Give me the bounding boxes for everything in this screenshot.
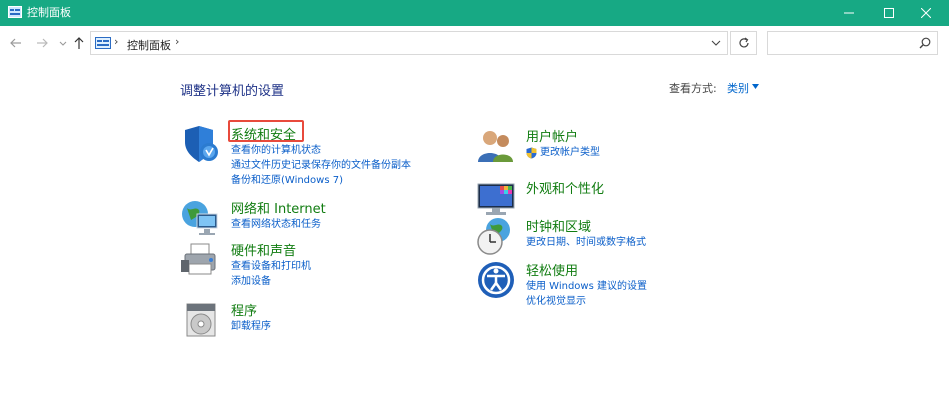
category-title-user-accounts[interactable]: 用户帐户 <box>526 126 578 145</box>
category-programs: 程序 卸载程序 <box>181 300 441 340</box>
control-panel-icon <box>95 37 111 49</box>
user-accounts-icon[interactable] <box>476 126 516 166</box>
address-bar[interactable]: › 控制面板 › <box>90 31 728 55</box>
breadcrumb-control-panel[interactable]: 控制面板 <box>127 37 171 53</box>
security-shield-icon[interactable] <box>181 124 221 164</box>
category-title-clock-region[interactable]: 时钟和区域 <box>526 216 591 235</box>
link-backup-restore[interactable]: 备份和还原(Windows 7) <box>231 173 411 188</box>
link-uninstall-program[interactable]: 卸载程序 <box>231 319 271 334</box>
link-optimize-visual-display[interactable]: 优化视觉显示 <box>526 294 647 309</box>
chevron-down-icon[interactable] <box>58 36 68 50</box>
view-by-label: 查看方式: <box>669 82 717 95</box>
category-user-accounts: 用户帐户 更改帐户类型 <box>476 126 736 166</box>
minimize-icon <box>844 12 854 14</box>
breadcrumb-separator[interactable]: › <box>114 35 118 48</box>
category-title-network[interactable]: 网络和 Internet <box>231 198 326 217</box>
link-change-account-type-row[interactable]: 更改帐户类型 <box>526 145 600 160</box>
category-title-hardware[interactable]: 硬件和声音 <box>231 240 296 259</box>
view-by-dropdown[interactable]: 类别 <box>727 80 749 96</box>
category-hardware-sound: 硬件和声音 查看设备和打印机 添加设备 <box>181 240 441 290</box>
search-icon[interactable] <box>919 37 931 49</box>
category-clock-region: 时钟和区域 更改日期、时间或数字格式 <box>476 216 736 256</box>
control-panel-content: 调整计算机的设置 查看方式: 类别 系统和安全 查看你的计算机状态 通过文件历史… <box>0 60 949 400</box>
ease-of-access-icon[interactable] <box>476 260 516 300</box>
category-title-programs[interactable]: 程序 <box>231 300 257 319</box>
close-button[interactable] <box>903 0 949 26</box>
category-ease-of-access: 轻松使用 使用 Windows 建议的设置 优化视觉显示 <box>476 260 736 310</box>
link-change-account-type[interactable]: 更改帐户类型 <box>540 145 600 160</box>
refresh-button[interactable] <box>730 31 757 55</box>
network-globe-icon[interactable] <box>181 198 221 238</box>
search-input[interactable] <box>772 35 912 51</box>
title-bar: 控制面板 <box>0 0 949 26</box>
category-title-appearance[interactable]: 外观和个性化 <box>526 178 604 197</box>
link-file-history-backup[interactable]: 通过文件历史记录保存你的文件备份副本 <box>231 158 411 173</box>
category-appearance: 外观和个性化 <box>476 178 736 218</box>
search-box[interactable] <box>767 31 938 55</box>
printer-icon[interactable] <box>181 240 221 280</box>
caret-down-icon[interactable] <box>752 84 759 89</box>
programs-disc-icon[interactable] <box>181 300 221 340</box>
link-network-status[interactable]: 查看网络状态和任务 <box>231 217 321 232</box>
navigation-bar: › 控制面板 › <box>0 26 949 60</box>
chevron-down-icon[interactable] <box>711 38 721 48</box>
clock-globe-icon[interactable] <box>476 216 516 256</box>
link-windows-suggested-settings[interactable]: 使用 Windows 建议的设置 <box>526 279 647 294</box>
control-panel-icon <box>8 6 22 18</box>
arrow-up-icon[interactable] <box>72 36 86 50</box>
window-title: 控制面板 <box>27 6 71 19</box>
uac-shield-icon <box>526 147 537 158</box>
link-view-computer-status[interactable]: 查看你的计算机状态 <box>231 143 411 158</box>
refresh-icon <box>739 37 749 48</box>
arrow-left-icon[interactable] <box>9 36 23 50</box>
link-add-device[interactable]: 添加设备 <box>231 274 311 289</box>
close-icon <box>921 8 931 18</box>
category-title-ease-of-access[interactable]: 轻松使用 <box>526 260 578 279</box>
arrow-right-icon[interactable] <box>35 36 49 50</box>
link-change-date-time-format[interactable]: 更改日期、时间或数字格式 <box>526 235 646 250</box>
category-system-security: 系统和安全 查看你的计算机状态 通过文件历史记录保存你的文件备份副本 备份和还原… <box>181 120 441 194</box>
category-network-internet: 网络和 Internet 查看网络状态和任务 <box>181 198 441 238</box>
breadcrumb-separator[interactable]: › <box>175 35 179 48</box>
category-title-system-security[interactable]: 系统和安全 <box>231 124 296 143</box>
page-title: 调整计算机的设置 <box>180 84 285 99</box>
link-devices-printers[interactable]: 查看设备和打印机 <box>231 259 311 274</box>
monitor-personalize-icon[interactable] <box>476 178 516 218</box>
maximize-icon <box>884 8 894 18</box>
